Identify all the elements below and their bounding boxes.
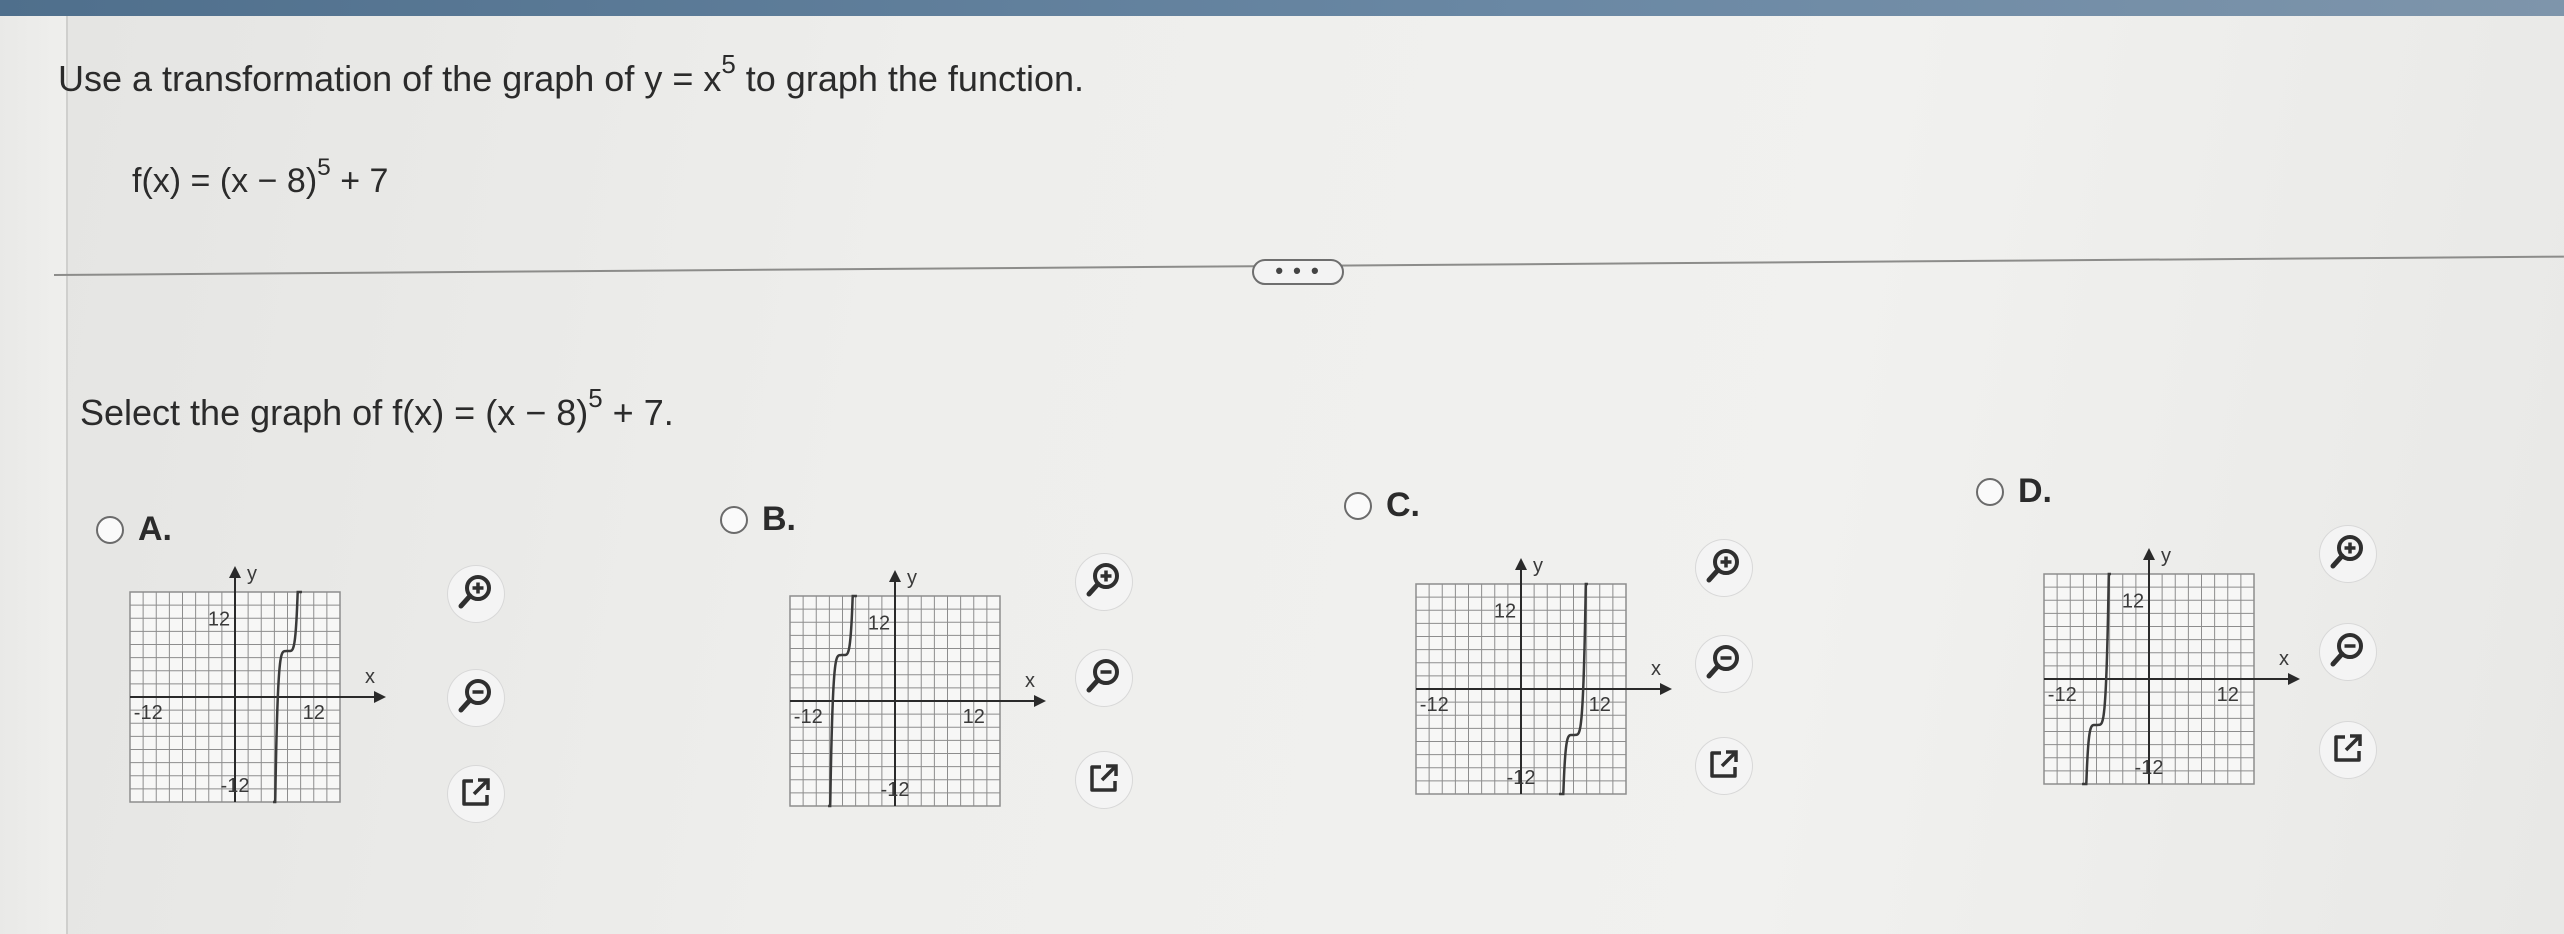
y-axis-label: y [247,563,257,585]
y-tick-min: -12 [1507,767,1536,789]
option-d-graph[interactable]: y x 12 -12 12 -12 [2024,534,2354,824]
x-tick-min: -12 [794,706,823,728]
browser-top-strip [0,0,2564,16]
option-b-label: B. [762,500,796,538]
zoom-out-icon [2328,630,2368,675]
option-a[interactable]: A. [96,510,172,549]
question-text: Use a transformation of the graph of y =… [58,50,1085,99]
zoom-in-icon [1704,546,1744,591]
option-c-zoom-out-button[interactable] [1696,636,1752,692]
expand-icon [1084,758,1124,803]
option-c-radio[interactable] [1344,491,1372,520]
expand-icon [2328,728,2368,773]
option-a-label: A. [138,510,172,548]
zoom-in-icon [2328,532,2368,577]
y-tick-max: 12 [208,608,230,630]
x-axis-arrow [374,691,386,703]
option-a-graph[interactable]: y x 12 -12 12 -12 [110,552,440,842]
option-b-zoom-in-button[interactable] [1076,554,1132,610]
option-d-label: D. [2018,472,2052,510]
option-a-expand-button[interactable] [448,766,504,822]
y-axis-arrow [229,566,241,578]
zoom-out-icon [1084,656,1124,701]
option-d-expand-button[interactable] [2320,722,2376,778]
x-axis-label: x [2279,648,2289,670]
x-tick-max: 12 [303,702,325,724]
x-tick-max: 12 [2217,684,2239,706]
option-d-zoom-out-button[interactable] [2320,624,2376,680]
y-axis-arrow [2143,548,2155,560]
x-tick-min: -12 [1420,694,1449,716]
y-tick-max: 12 [868,612,890,634]
zoom-in-icon [456,572,496,617]
x-axis-label: x [365,666,375,688]
x-axis-arrow [2288,673,2300,685]
option-c-label: C. [1386,486,1420,524]
option-c-expand-button[interactable] [1696,738,1752,794]
option-b-zoom-out-button[interactable] [1076,650,1132,706]
select-prompt: Select the graph of f(x) = (x − 8)5 + 7. [80,384,674,433]
option-a-radio[interactable] [96,515,124,544]
option-a-zoom-in-button[interactable] [448,566,504,622]
x-axis-label: x [1651,658,1661,680]
y-axis-label: y [907,567,917,589]
function-definition: f(x) = (x − 8)5 + 7 [132,153,389,200]
option-d[interactable]: D. [1976,472,2052,511]
y-axis-arrow [1515,558,1527,570]
option-b[interactable]: B. [720,500,796,539]
option-c[interactable]: C. [1344,486,1420,525]
zoom-out-icon [456,676,496,721]
y-tick-max: 12 [2122,590,2144,612]
x-axis-arrow [1034,695,1046,707]
option-b-expand-button[interactable] [1076,752,1132,808]
x-tick-min: -12 [2048,684,2077,706]
x-axis-label: x [1025,670,1035,692]
zoom-out-icon [1704,642,1744,687]
x-tick-max: 12 [963,706,985,728]
x-tick-max: 12 [1589,694,1611,716]
option-d-zoom-in-button[interactable] [2320,526,2376,582]
zoom-in-icon [1084,560,1124,605]
option-b-radio[interactable] [720,505,748,534]
y-tick-min: -12 [2135,757,2164,779]
x-axis-arrow [1660,683,1672,695]
option-c-zoom-in-button[interactable] [1696,540,1752,596]
page-left-edge [0,16,68,934]
y-axis-label: y [1533,555,1543,577]
y-tick-max: 12 [1494,600,1516,622]
expand-icon [456,772,496,817]
option-a-zoom-out-button[interactable] [448,670,504,726]
expand-icon [1704,744,1744,789]
more-options-button[interactable]: • • • [1252,259,1344,285]
y-tick-min: -12 [221,775,250,797]
option-c-graph[interactable]: y x 12 -12 12 -12 [1396,544,1726,834]
x-tick-min: -12 [134,702,163,724]
option-b-graph[interactable]: y x 12 -12 12 -12 [770,556,1100,846]
y-axis-arrow [889,570,901,582]
y-axis-label: y [2161,545,2171,567]
option-d-radio[interactable] [1976,477,2004,506]
y-tick-min: -12 [881,779,910,801]
